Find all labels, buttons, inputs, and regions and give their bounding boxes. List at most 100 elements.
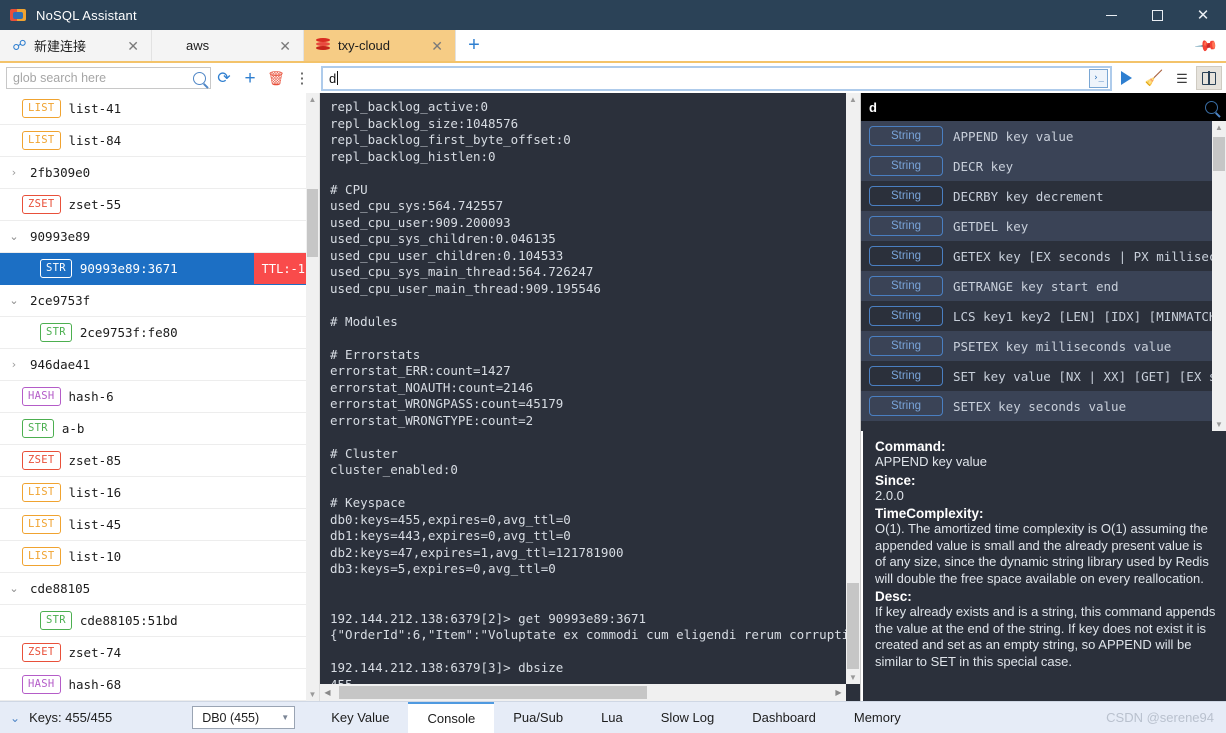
search-icon[interactable] (193, 71, 206, 85)
key-tree-list: LIST list-41 LIST list-84 › 2fb309e0 ZSET zset-… (0, 93, 319, 701)
key-tree-row[interactable]: STR 90993e89:3671 TTL:-1 (0, 253, 319, 285)
key-tree-row[interactable]: STR 2ce9753f:fe80 (0, 317, 319, 349)
key-tree-row[interactable]: HASH hash-6 (0, 381, 319, 413)
refresh-button[interactable]: ⟳ (211, 65, 237, 91)
command-input-wrap[interactable]: d ›_ (321, 65, 1112, 91)
chevron-down-icon[interactable]: ⌄ (6, 582, 22, 595)
maximize-button[interactable] (1134, 0, 1180, 30)
key-tree-row[interactable]: ⌄ cde88105 (0, 573, 319, 605)
key-tree-row[interactable]: STR cde88105:51bd (0, 605, 319, 637)
key-tree-row[interactable]: STR a-b (0, 413, 319, 445)
key-tree-row[interactable]: ZSET zset-85 (0, 445, 319, 477)
bottom-tab-dashboard[interactable]: Dashboard (733, 702, 835, 733)
command-suggestion-item[interactable]: String LCS key1 key2 [LEN] [IDX] [MINMATC… (861, 301, 1212, 331)
database-select[interactable]: DB0 (455) ▼ (192, 706, 296, 729)
command-suggestion-item[interactable]: String DECR key (861, 151, 1212, 181)
tab-aws[interactable]: aws ✕ (152, 30, 304, 61)
key-tree-row[interactable]: LIST list-84 (0, 125, 319, 157)
status-bar: ⌄ Keys: 455/455 DB0 (455) ▼ Key Value Con… (0, 701, 1226, 733)
tab-close-icon[interactable]: ✕ (277, 39, 293, 53)
chevron-down-icon[interactable]: ⌄ (6, 294, 22, 307)
scroll-thumb[interactable] (307, 189, 318, 257)
hscroll-thumb[interactable] (339, 686, 647, 699)
key-tree-row[interactable]: HASH hash-68 (0, 669, 319, 701)
search-input[interactable] (13, 71, 193, 85)
command-search-bar[interactable]: d (861, 93, 1226, 121)
key-tree-scrollbar[interactable]: ▲ ▼ (306, 93, 319, 701)
docs-button[interactable] (1196, 66, 1222, 90)
delete-key-button[interactable]: 🗑 (263, 65, 289, 91)
command-suggestion-item[interactable]: String SETEX key seconds value (861, 391, 1212, 421)
key-type-badge: LIST (22, 483, 61, 502)
hscroll-track[interactable] (335, 686, 831, 699)
command-input[interactable]: d (329, 70, 1089, 86)
clear-console-button[interactable]: 🧹 (1140, 65, 1168, 91)
bottom-tab-memory[interactable]: Memory (835, 702, 920, 733)
console-hscrollbar[interactable]: ◀ ▶ (320, 684, 846, 701)
key-tree-row[interactable]: ZSET zset-55 (0, 189, 319, 221)
add-tab-button[interactable]: + (456, 30, 492, 61)
key-tree-row[interactable]: LIST list-41 (0, 93, 319, 125)
minimize-button[interactable] (1088, 0, 1134, 30)
command-suggestion-list: String APPEND key value String DECR key Stri… (861, 121, 1226, 431)
key-tree-row[interactable]: LIST list-16 (0, 477, 319, 509)
run-icon (1120, 71, 1132, 85)
chevron-right-icon[interactable]: › (6, 166, 22, 179)
pin-icon[interactable]: 📌 (1194, 33, 1220, 58)
add-key-button[interactable]: + (237, 65, 263, 91)
scroll-down-icon[interactable]: ▼ (1212, 418, 1226, 431)
key-tree-row[interactable]: ZSET zset-74 (0, 637, 319, 669)
key-type-badge: ZSET (22, 451, 61, 470)
tab-new-connection[interactable]: ☍ 新建连接 ✕ (0, 30, 152, 61)
command-suggestion-item[interactable]: String GETDEL key (861, 211, 1212, 241)
close-button[interactable]: ✕ (1180, 0, 1226, 30)
bottom-tab-slow-log[interactable]: Slow Log (642, 702, 733, 733)
list-icon: ☰ (1176, 70, 1188, 86)
run-button[interactable] (1112, 65, 1140, 91)
terminal-icon[interactable]: ›_ (1089, 68, 1108, 88)
command-suggestion-item[interactable]: String GETRANGE key start end (861, 271, 1212, 301)
command-suggestion-item[interactable]: String APPEND key value (861, 121, 1212, 151)
scroll-thumb[interactable] (847, 583, 859, 669)
key-name: list-41 (68, 101, 122, 116)
command-signature: GETEX key [EX seconds | PX milliseco (953, 248, 1212, 264)
command-search-value[interactable]: d (869, 100, 1205, 115)
scroll-right-icon[interactable]: ▶ (831, 688, 846, 697)
key-tree-row[interactable]: ⌄ 90993e89 (0, 221, 319, 253)
command-suggestion-item[interactable]: String DECRBY key decrement (861, 181, 1212, 211)
scroll-thumb[interactable] (1213, 137, 1225, 171)
bottom-tab-pua-sub[interactable]: Pua/Sub (494, 702, 582, 733)
scroll-up-icon[interactable]: ▲ (1212, 121, 1226, 134)
bottom-tab-lua[interactable]: Lua (582, 702, 642, 733)
tab-close-icon[interactable]: ✕ (125, 39, 141, 53)
key-tree-row[interactable]: › 2fb309e0 (0, 157, 319, 189)
bottom-tab-key-value[interactable]: Key Value (312, 702, 408, 733)
scroll-up-icon[interactable]: ▲ (846, 93, 860, 106)
key-name: a-b (61, 421, 85, 436)
bottom-tab-console[interactable]: Console (408, 701, 495, 733)
scroll-left-icon[interactable]: ◀ (320, 688, 335, 697)
command-type-chip: String (869, 216, 943, 236)
history-button[interactable]: ☰ (1168, 65, 1196, 91)
search-icon[interactable] (1205, 100, 1218, 114)
more-options-button[interactable]: ⋮ (289, 65, 315, 91)
key-search-wrap (6, 67, 211, 89)
scroll-down-icon[interactable]: ▼ (306, 688, 319, 701)
scroll-up-icon[interactable]: ▲ (306, 93, 319, 106)
command-suggestion-item[interactable]: String GETEX key [EX seconds | PX millise… (861, 241, 1212, 271)
chevron-double-down-icon[interactable]: ⌄ (10, 712, 20, 724)
chevron-right-icon[interactable]: › (6, 358, 22, 371)
console-vscrollbar[interactable]: ▲ ▼ (846, 93, 860, 684)
command-type-chip: String (869, 276, 943, 296)
key-tree-row[interactable]: LIST list-45 (0, 509, 319, 541)
command-suggestion-item[interactable]: String PSETEX key milliseconds value (861, 331, 1212, 361)
key-tree-row[interactable]: ⌄ 2ce9753f (0, 285, 319, 317)
key-tree-row[interactable]: LIST list-10 (0, 541, 319, 573)
command-suggestion-item[interactable]: String SET key value [NX | XX] [GET] [EX … (861, 361, 1212, 391)
key-tree-row[interactable]: › 946dae41 (0, 349, 319, 381)
command-list-scrollbar[interactable]: ▲ ▼ (1212, 121, 1226, 431)
chevron-down-icon[interactable]: ⌄ (6, 230, 22, 243)
scroll-down-icon[interactable]: ▼ (846, 671, 860, 684)
tab-close-icon[interactable]: ✕ (429, 39, 445, 53)
tab-txy-cloud[interactable]: txy-cloud ✕ (304, 30, 456, 61)
